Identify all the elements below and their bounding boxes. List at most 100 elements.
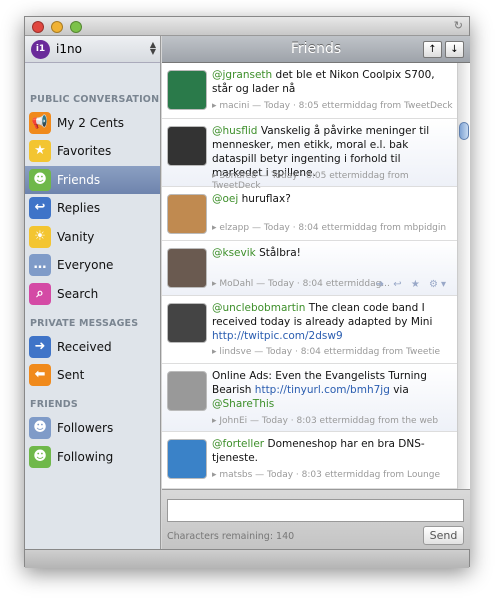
tweet-meta: ▸ lindsve — Today · 8:04 ettermiddag fro… (212, 347, 441, 357)
sidebar-item-label: Search (57, 287, 99, 301)
sidebar-item-label: Sent (57, 368, 85, 382)
mention-link[interactable]: @husflid (212, 125, 257, 137)
magnifier-icon: ⌕ (29, 283, 51, 305)
mention-link[interactable]: @unclebobmartin (212, 302, 305, 314)
mention-link[interactable]: @jgranseth (212, 69, 272, 81)
avatar[interactable] (167, 303, 207, 343)
tweet-list: @jgranseth det ble et Nikon Coolpix S700… (162, 63, 457, 489)
scroll-down-button[interactable]: ↓ (445, 41, 464, 58)
avatar[interactable] (167, 126, 207, 166)
megaphone-icon: 📢 (29, 112, 51, 134)
tweet-meta-text: macini — Today · 8:05 ettermiddag from T… (219, 101, 453, 111)
avatar[interactable] (167, 439, 207, 479)
close-button[interactable] (32, 21, 44, 33)
tweet-meta-text: lindsve — Today · 8:04 ettermiddag from … (219, 347, 441, 357)
tweet-meta-text: matsbs — Today · 8:03 ettermiddag from L… (219, 470, 440, 480)
avatar[interactable] (167, 371, 207, 411)
mention-link[interactable]: @oej (212, 193, 238, 205)
sidebar-item-followers[interactable]: ☻ Followers (25, 414, 160, 442)
sidebar-item-received[interactable]: ➜ Received (25, 333, 160, 361)
tweet-meta: ▸ matsbs — Today · 8:03 ettermiddag from… (212, 470, 440, 480)
sidebar-item-replies[interactable]: ↩ Replies (25, 194, 160, 222)
tweet-text: @ksevik Stålbra! (212, 246, 452, 260)
send-button[interactable]: Send (423, 526, 464, 545)
tweet-item[interactable]: @ksevik Stålbra! ▸ MoDahl — Today · 8:04 … (162, 241, 457, 296)
updown-chevron-icon: ▲ ▼ (149, 40, 156, 56)
sidebar: i1 i1no ▲ ▼ PUBLIC CONVERSATION 📢 My 2 Cent… (25, 36, 161, 549)
tweet-body: Stålbra! (255, 247, 301, 259)
sidebar-item-friends[interactable]: ☻ Friends (25, 166, 160, 194)
avatar[interactable] (167, 248, 207, 288)
tweet-input[interactable] (167, 499, 464, 522)
tweet-item[interactable]: @unclebobmartin The clean code band I re… (162, 296, 457, 364)
mention-link[interactable]: @ShareThis (212, 398, 274, 410)
tweet-item[interactable]: @husflid Vanskelig å påvirke meninger ti… (162, 119, 457, 191)
sidebar-item-favorites[interactable]: ★ Favorites (25, 137, 160, 165)
tweet-text: @unclebobmartin The clean code band I re… (212, 301, 452, 343)
arrow-right-icon: ➜ (29, 336, 51, 358)
tweet-item[interactable]: @oej huruflax? ▸ elzapp — Today · 8:04 et… (162, 187, 457, 241)
sun-icon: ☀ (29, 226, 51, 248)
tweet-meta: ▸ macini — Today · 8:05 ettermiddag from… (212, 101, 453, 111)
timeline-header: Friends ↑ ↓ (162, 36, 470, 63)
compose-area: Characters remaining: 140 Send (162, 489, 470, 549)
sidebar-item-following[interactable]: ☻ Following (25, 443, 160, 471)
friends-icon: ☻ (29, 169, 51, 191)
tweet-item[interactable]: @jgranseth det ble et Nikon Coolpix S700… (162, 63, 457, 119)
url-link[interactable]: http://tinyurl.com/bmh7jg (255, 384, 390, 396)
tweet-text: @jgranseth det ble et Nikon Coolpix S700… (212, 68, 452, 96)
sidebar-section-header: PUBLIC CONVERSATION (30, 94, 160, 105)
zoom-button[interactable] (70, 21, 82, 33)
tweet-meta-text: MoDahl — Today · 8:04 ettermiddag... (219, 279, 390, 289)
sidebar-item-vanity[interactable]: ☀ Vanity (25, 223, 160, 251)
sidebar-item-label: Following (57, 450, 114, 464)
sidebar-item-label: Replies (57, 201, 101, 215)
sidebar-item-label: Vanity (57, 230, 95, 244)
avatar[interactable] (167, 194, 207, 234)
tweet-text: @forteller Domeneshop har en bra DNS-tje… (212, 437, 452, 465)
account-selector[interactable]: i1 i1no ▲ ▼ (25, 36, 160, 63)
scroll-up-button[interactable]: ↑ (423, 41, 442, 58)
tweet-item[interactable]: @forteller Domeneshop har en bra DNS-tje… (162, 432, 457, 489)
sidebar-item-label: Followers (57, 421, 114, 435)
star-icon: ★ (29, 140, 51, 162)
mention-link[interactable]: @ksevik (212, 247, 256, 259)
sidebar-section-header: FRIENDS (30, 399, 78, 410)
refresh-icon[interactable]: ↻ (454, 19, 463, 32)
blah-bubble-icon: … (29, 254, 51, 276)
sidebar-item-label: Everyone (57, 258, 114, 272)
reply-arrow-icon: ↩ (29, 197, 51, 219)
following-icon: ☻ (29, 446, 51, 468)
sidebar-item-label: Friends (57, 173, 101, 187)
mention-link[interactable]: @forteller (212, 438, 264, 450)
sidebar-item-label: Received (57, 340, 112, 354)
scrollbar-thumb[interactable] (459, 122, 469, 140)
tweet-item[interactable]: Online Ads: Even the Evangelists Turning… (162, 364, 457, 432)
minimize-button[interactable] (51, 21, 63, 33)
tweet-body: huruflax? (238, 193, 291, 205)
tweet-meta: ▸ JohnEi — Today · 8:03 ettermiddag from… (212, 416, 439, 426)
followers-icon: ☻ (29, 417, 51, 439)
sidebar-item-everyone[interactable]: … Everyone (25, 251, 160, 279)
sidebar-item-label: Favorites (57, 144, 112, 158)
sidebar-item-search[interactable]: ⌕ Search (25, 280, 160, 308)
tweet-actions[interactable]: ➜ ↩ ★ ⚙▾ (376, 279, 449, 290)
app-window: ↻ i1 i1no ▲ ▼ PUBLIC CONVERSATION 📢 My 2 Ce… (24, 16, 470, 568)
title-bar: ↻ (25, 17, 469, 36)
tweet-meta-text: elzapp — Today · 8:04 ettermiddag from m… (219, 223, 447, 233)
avatar[interactable] (167, 70, 207, 110)
account-logo: i1 (31, 40, 50, 59)
tweet-body: via (389, 384, 409, 396)
tweet-meta: ▸ elzapp — Today · 8:04 ettermiddag from… (212, 223, 447, 233)
scrollbar[interactable] (457, 63, 470, 489)
tweet-text: @oej huruflax? (212, 192, 452, 206)
account-name: i1no (56, 42, 82, 56)
tweet-text: Online Ads: Even the Evangelists Turning… (212, 369, 452, 411)
sidebar-item-sent[interactable]: ⬅ Sent (25, 361, 160, 389)
sidebar-section-header: PRIVATE MESSAGES (30, 318, 139, 329)
sidebar-item-label: My 2 Cents (57, 116, 125, 130)
bottom-bar (25, 549, 469, 568)
tweet-meta: ▸ MoDahl — Today · 8:04 ettermiddag... (212, 279, 390, 289)
url-link[interactable]: http://twitpic.com/2dsw9 (212, 330, 343, 342)
sidebar-item-my-2-cents[interactable]: 📢 My 2 Cents (25, 109, 160, 137)
